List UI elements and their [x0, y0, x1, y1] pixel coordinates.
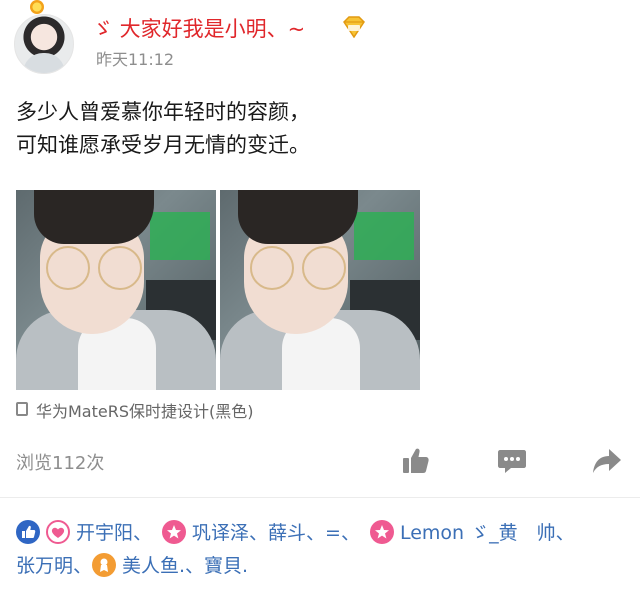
star-badge-icon	[162, 519, 187, 544]
phone-icon	[16, 402, 28, 416]
liker-name[interactable]: 开宇阳、	[76, 522, 152, 544]
view-count: 浏览112次	[16, 453, 105, 474]
post-text-line: 可知谁愿承受岁月无情的变迁。	[16, 133, 310, 157]
liker-name[interactable]: =、	[325, 522, 360, 544]
likes-list: 开宇阳、 巩译泽、薛斗、=、 Lemon ゞ_黄 帅、	[16, 518, 575, 545]
star-badge-icon	[369, 519, 394, 544]
post-text: 多少人曾爱慕你年轻时的容颜， 可知谁愿承受岁月无情的变迁。	[16, 96, 616, 162]
share-icon[interactable]	[592, 446, 622, 476]
comment-icon[interactable]	[497, 446, 527, 476]
thumbs-up-icon[interactable]	[400, 446, 430, 476]
liker-name[interactable]: 薛斗、	[268, 522, 325, 544]
liker-name[interactable]: Lemon ゞ_黄 帅、	[400, 522, 575, 544]
post-photo[interactable]	[220, 190, 420, 390]
heart-badge-icon	[46, 519, 70, 544]
medal-badge-icon	[92, 552, 117, 577]
device-label: 华为MateRS保时捷设计(黑色)	[36, 402, 254, 421]
likes-list: 张万明、 美人鱼.、寶貝.	[16, 551, 248, 578]
crown-icon	[30, 0, 44, 14]
liker-name[interactable]: 张万明、	[16, 555, 92, 577]
post-text-line: 多少人曾爱慕你年轻时的容颜，	[16, 100, 310, 124]
avatar[interactable]	[14, 14, 74, 74]
post-photo[interactable]	[16, 190, 216, 390]
divider	[0, 497, 640, 498]
liker-name[interactable]: 美人鱼.、寶貝.	[122, 555, 248, 577]
user-name[interactable]: ゞ 大家好我是小明、~	[92, 13, 305, 43]
post-time: 昨天11:12	[96, 50, 175, 69]
vip-badge-icon	[343, 16, 365, 38]
liker-name[interactable]: 巩译泽、	[192, 522, 268, 544]
like-badge-icon	[16, 519, 40, 544]
